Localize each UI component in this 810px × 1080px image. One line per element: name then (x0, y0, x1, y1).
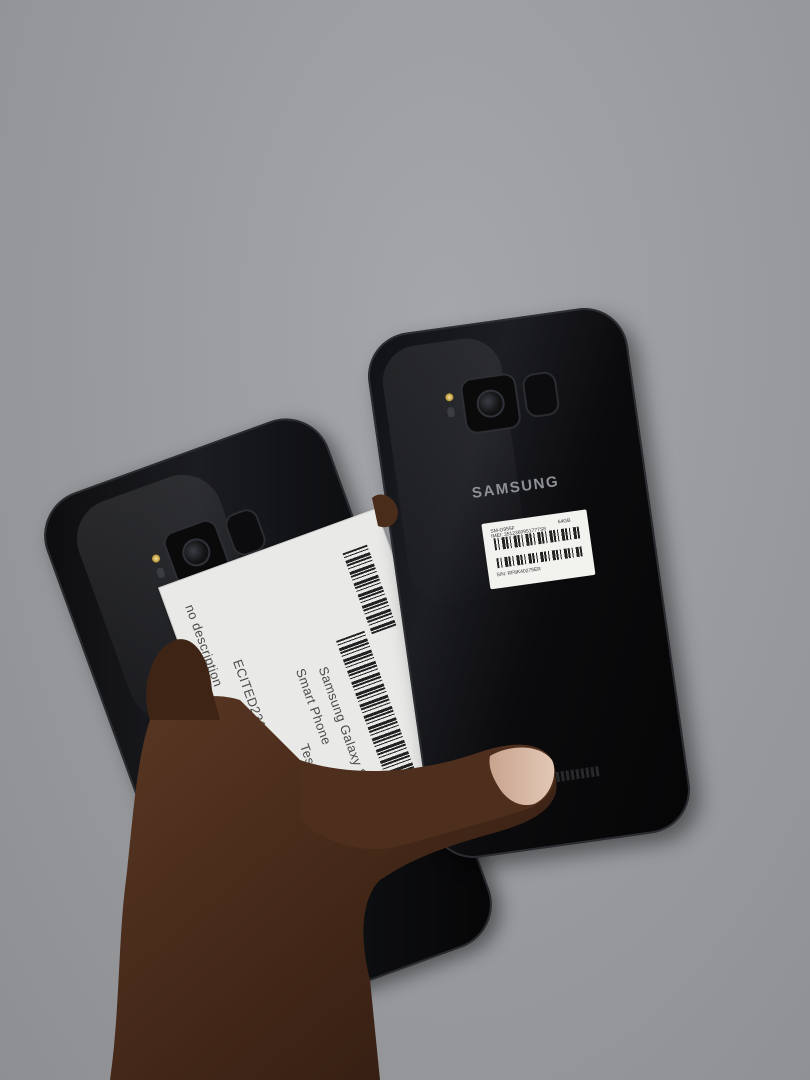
photo-scene: no description ECITED231757 Test Exchang… (0, 0, 810, 1080)
hand-fingertip (372, 494, 398, 528)
hand-illustration (110, 494, 557, 1080)
hand-finger (146, 639, 220, 720)
